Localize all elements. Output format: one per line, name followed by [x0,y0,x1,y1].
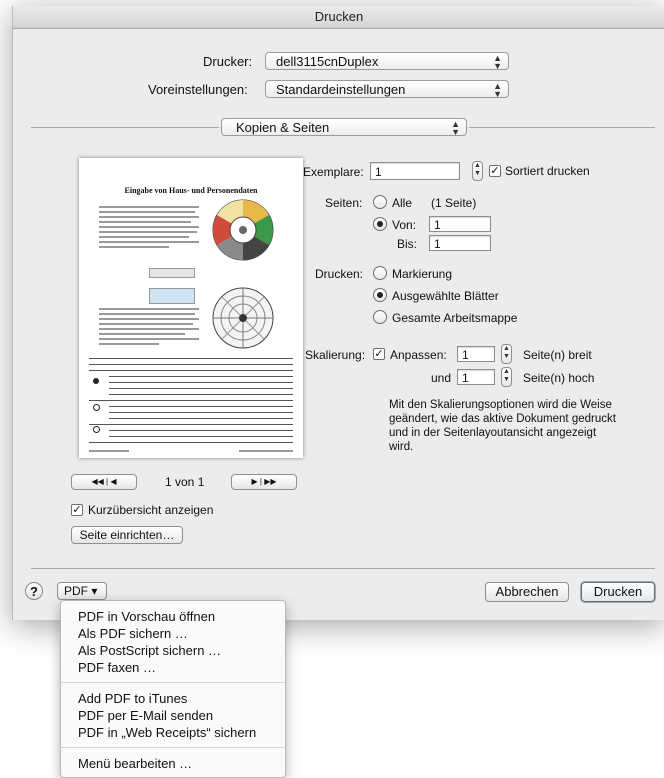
preview-nav-back[interactable]: ◀◀ | ◀ [71,474,137,490]
presets-value: Standardeinstellungen [276,82,406,97]
section-separator-right [469,127,655,128]
print-selection-radio[interactable] [373,266,387,280]
bottom-separator [31,568,655,569]
pages-all-label: Alle [392,196,413,210]
pages-all-radio[interactable] [373,195,387,209]
first-page-icon[interactable]: ◀◀ [92,477,104,486]
window-title: Drucken [13,6,664,29]
pages-to-field[interactable]: 1 [429,235,491,251]
quick-preview-label: Kurzübersicht anzeigen [88,503,214,517]
print-selected-sheets-label: Ausgewählte Blätter [392,289,499,303]
fit-height-field[interactable]: 1 [457,369,495,385]
menu-item-mail-pdf[interactable]: PDF per E-Mail senden [78,708,213,723]
page-indicator: 1 von 1 [165,475,205,489]
fit-checkbox[interactable]: ✓ [373,348,385,360]
pages-to-label: Bis: [397,237,418,251]
section-value: Kopien & Seiten [236,120,330,135]
section-popup[interactable]: Kopien & Seiten ▲ ▼ [221,118,467,137]
presets-popup[interactable]: Standardeinstellungen ▲ ▼ [265,80,509,99]
pages-label: Seiten: [325,196,363,210]
pages-from-field[interactable]: 1 [429,216,491,232]
quick-preview-checkbox[interactable]: ✓ [71,504,83,516]
copies-stepper[interactable]: ▲ ▼ [472,161,483,181]
previous-page-icon[interactable]: ◀ [110,477,116,486]
print-dialog: Drucken Drucker: dell3115cnDuplex ▲ ▼ Vor… [12,6,664,620]
section-separator-left [31,127,219,128]
preview-color-wheel [212,199,274,261]
printer-value: dell3115cnDuplex [276,54,379,69]
print-workbook-radio[interactable] [373,310,387,324]
print-button[interactable]: Drucken [581,582,655,602]
menu-item-fax-pdf[interactable]: PDF faxen … [78,660,156,675]
presets-label: Voreinstellungen: [148,82,248,97]
up-down-chevron-icon: ▲ ▼ [493,81,502,99]
page-setup-button[interactable]: Seite einrichten… [71,526,183,544]
pdf-dropdown-menu: PDF in Vorschau öffnen Als PDF sichern …… [60,600,286,778]
print-selection-label: Markierung [392,267,453,281]
scaling-note: Mit den Skalierungsoptionen wird die Wei… [389,399,616,453]
copies-field[interactable]: 1 [370,162,460,180]
printer-popup[interactable]: dell3115cnDuplex ▲ ▼ [265,52,509,71]
preview-nav-forward[interactable]: ▶ | ▶▶ [231,474,297,490]
up-down-chevron-icon: ▲ ▼ [493,53,502,71]
menu-item-save-as-pdf[interactable]: Als PDF sichern … [78,626,188,641]
page-preview: Eingabe von Haus- und Personendaten [79,158,303,458]
pdf-menu-button[interactable]: PDF ▾ [57,582,107,600]
print-selected-sheets-radio[interactable] [373,288,387,302]
preview-dial-wheel [212,287,274,349]
print-workbook-label: Gesamte Arbeitsmappe [392,311,518,325]
help-button[interactable]: ? [25,582,43,600]
print-what-label: Drucken: [315,267,364,281]
fit-width-unit: Seite(n) breit [523,348,592,362]
question-mark-icon: ? [30,584,38,599]
preview-doc-title: Eingabe von Haus- und Personendaten [124,186,258,195]
fit-label: Anpassen: [390,348,447,362]
scaling-label: Skalierung: [305,348,366,362]
pages-from-radio[interactable] [373,217,387,231]
collate-label: Sortiert drucken [505,164,590,178]
copies-label: Exemplare: [303,165,364,179]
menu-item-edit-menu[interactable]: Menü bearbeiten … [78,756,192,771]
menu-separator [61,747,285,748]
printer-label: Drucker: [203,54,253,69]
last-page-icon[interactable]: ▶▶ [264,477,276,486]
menu-item-save-web-receipts[interactable]: PDF in „Web Receipts“ sichern [78,725,256,740]
pages-from-label: Von: [392,218,417,232]
pages-all-hint: (1 Seite) [431,196,477,210]
fit-width-stepper[interactable]: ▲ ▼ [501,344,512,364]
collate-checkbox[interactable]: ✓ [489,165,501,177]
fit-height-unit: Seite(n) hoch [523,371,595,385]
menu-item-save-as-postscript[interactable]: Als PostScript sichern … [78,643,221,658]
next-page-icon[interactable]: ▶ [252,477,258,486]
fit-height-stepper[interactable]: ▲ ▼ [501,367,512,387]
and-label: und [431,371,452,385]
menu-separator [61,682,285,683]
fit-width-field[interactable]: 1 [457,346,495,362]
up-down-chevron-icon: ▲ ▼ [451,119,460,137]
menu-item-open-in-preview[interactable]: PDF in Vorschau öffnen [78,609,215,624]
menu-item-add-to-itunes[interactable]: Add PDF to iTunes [78,691,187,706]
cancel-button[interactable]: Abbrechen [485,582,569,602]
